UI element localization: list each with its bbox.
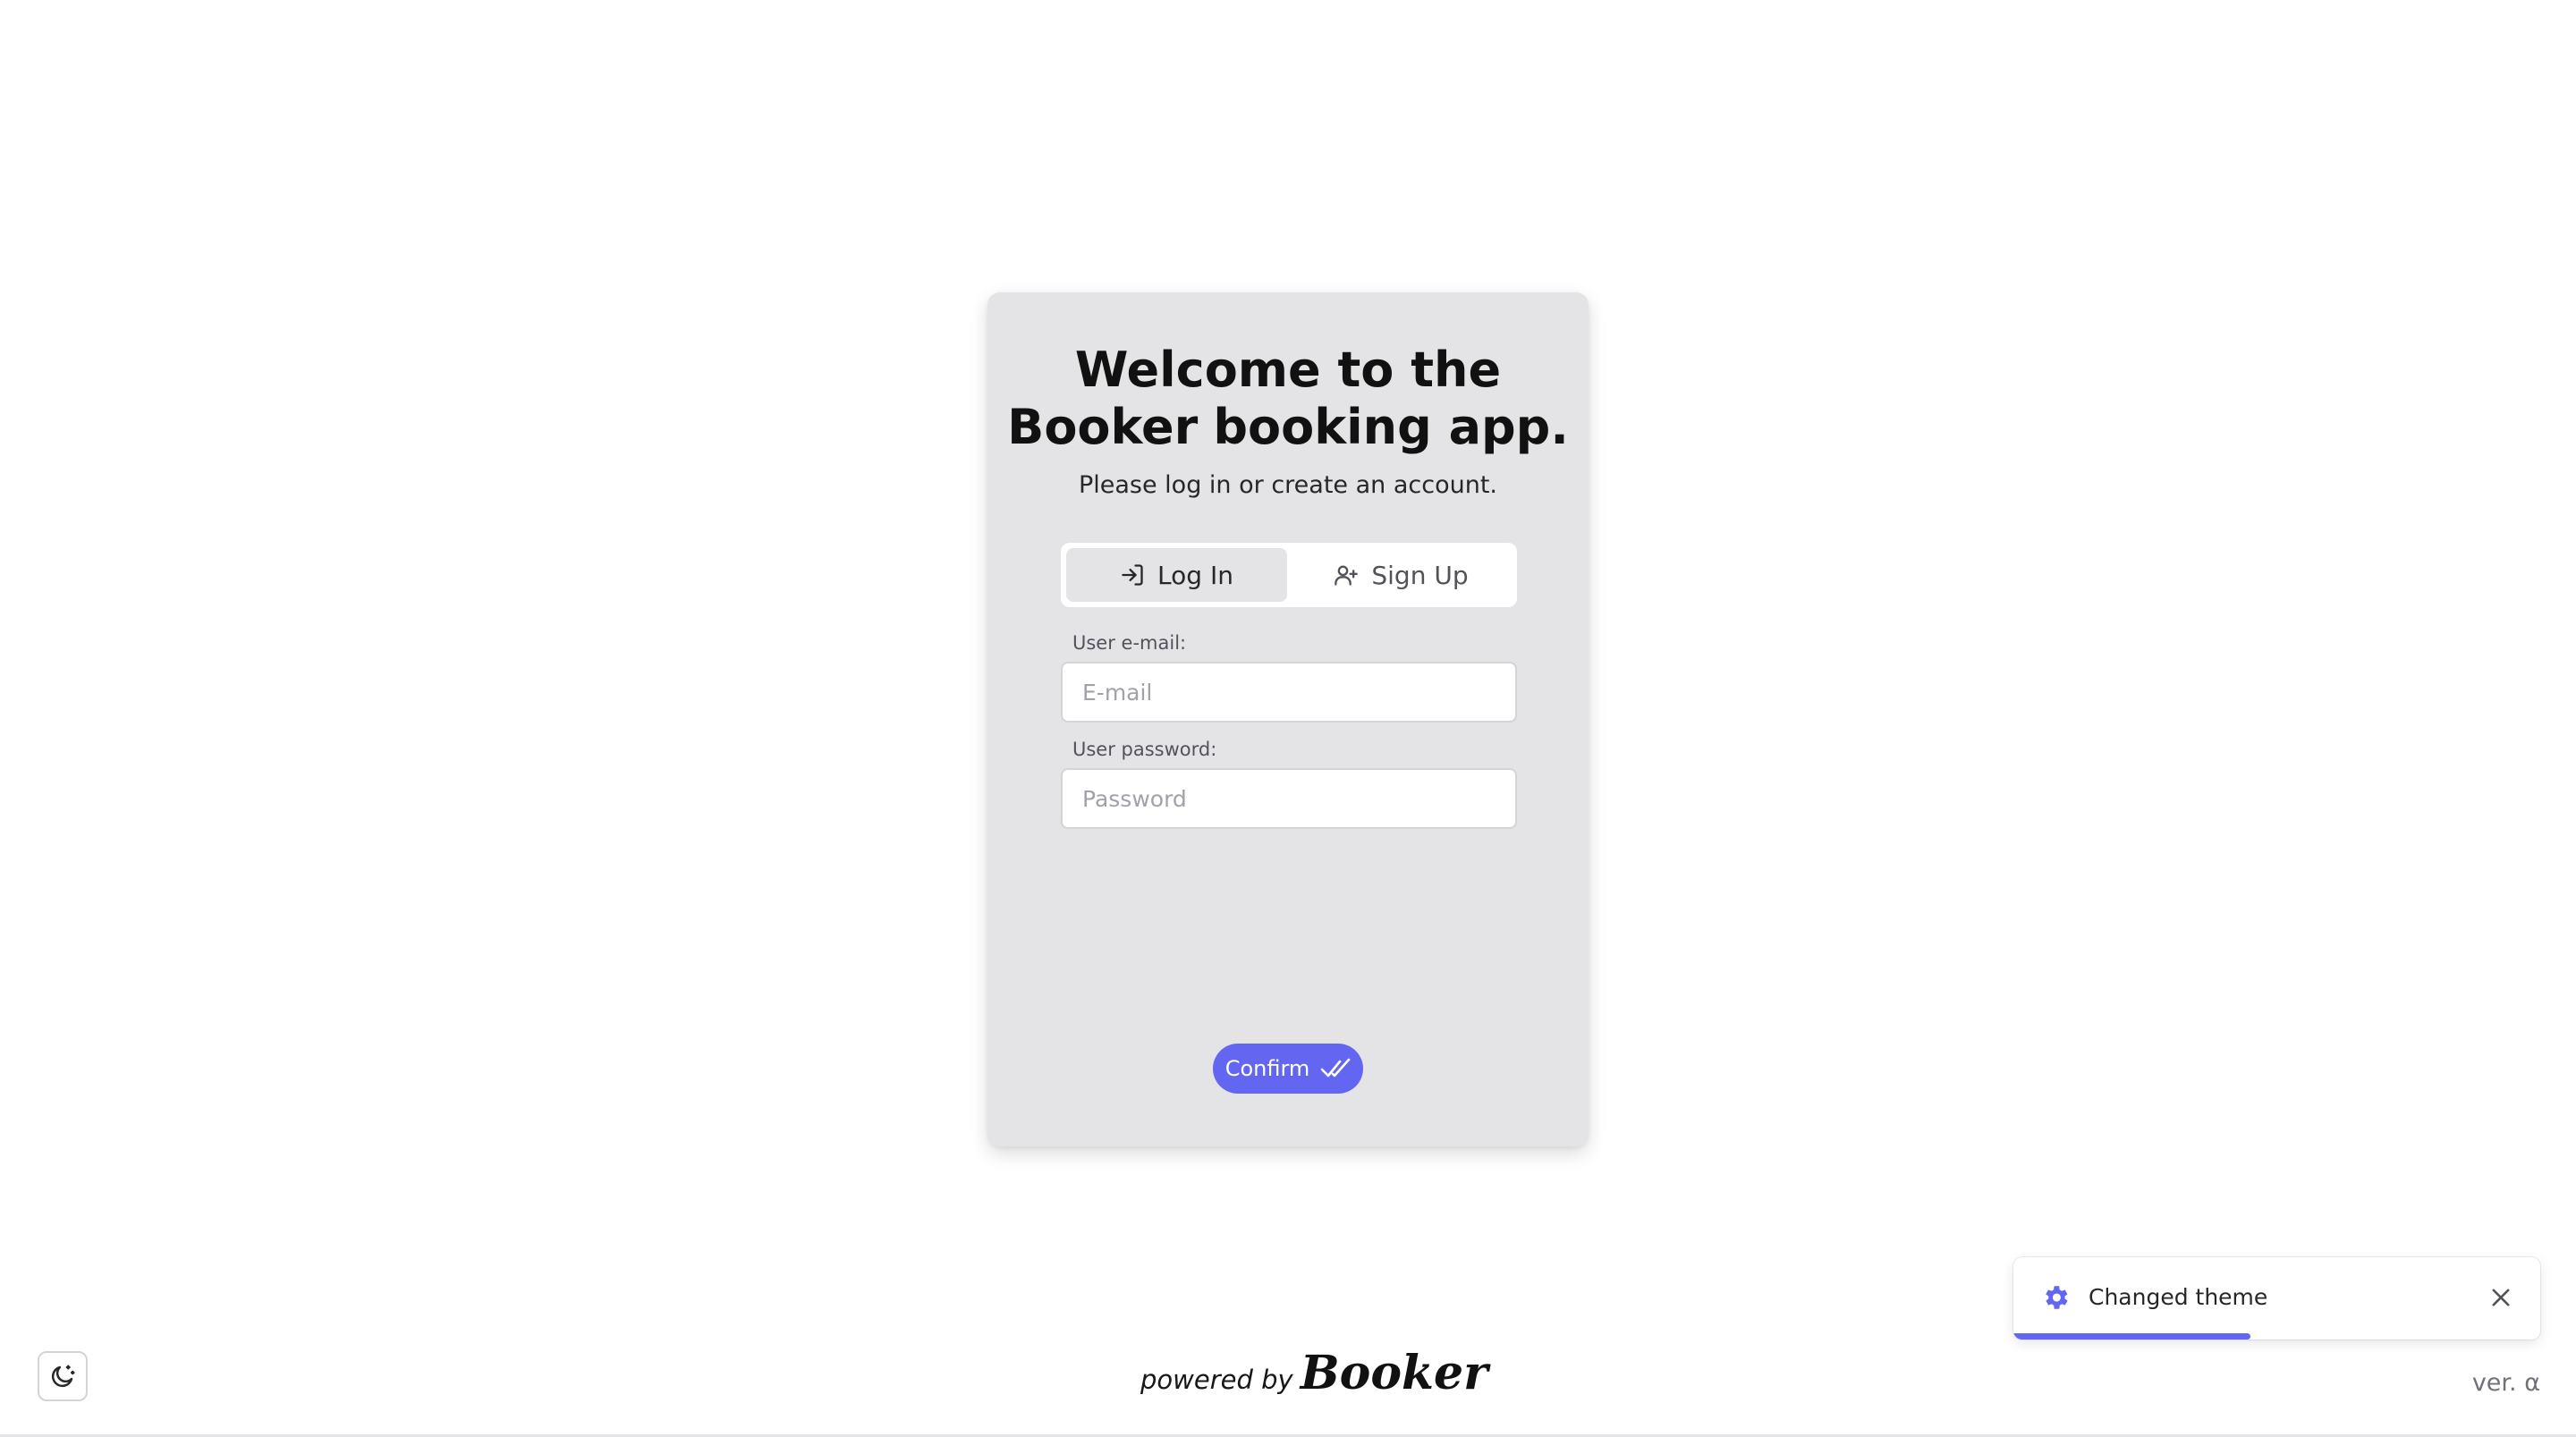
powered-by: powered by Booker — [1140, 1346, 1488, 1400]
toast-message: Changed theme — [2089, 1284, 2268, 1310]
double-check-icon — [1320, 1058, 1351, 1078]
title-brand: Booker — [1007, 399, 1199, 455]
login-icon — [1122, 564, 1143, 586]
toast-notification: Changed theme — [2013, 1257, 2540, 1340]
booker-logo: Booker — [1300, 1346, 1488, 1400]
tab-log-in[interactable]: Log In — [1066, 548, 1287, 602]
subtitle: Please log in or create an account. — [1078, 471, 1498, 499]
confirm-button[interactable]: Confirm — [1213, 1044, 1363, 1094]
moon-icon — [51, 1365, 75, 1388]
welcome-title: Welcome to the Booker booking app. — [987, 342, 1589, 456]
login-card: Welcome to the Booker booking app. Pleas… — [987, 292, 1589, 1146]
toast-progress-bar — [2013, 1333, 2251, 1340]
close-icon[interactable] — [2488, 1285, 2513, 1310]
title-line-2: Booker booking app. — [987, 399, 1589, 456]
confirm-label: Confirm — [1224, 1056, 1310, 1081]
password-field[interactable] — [1061, 768, 1517, 829]
title-rest: booking app. — [1213, 399, 1569, 455]
powered-by-prefix: powered by — [1140, 1365, 1293, 1395]
tab-sign-up[interactable]: Sign Up — [1291, 548, 1512, 602]
toast-progress-track — [2013, 1333, 2540, 1340]
email-field[interactable] — [1061, 662, 1517, 723]
user-plus-icon — [1335, 565, 1359, 586]
gear-icon — [2046, 1286, 2068, 1309]
version-label: ver. α — [2471, 1369, 2540, 1397]
password-label: User password: — [1072, 739, 1217, 760]
auth-tabs: Log In Sign Up — [1061, 543, 1517, 607]
email-label: User e-mail: — [1072, 632, 1187, 654]
title-line-1: Welcome to the — [1074, 342, 1502, 398]
theme-toggle-button[interactable] — [38, 1351, 88, 1401]
tab-sign-up-label: Sign Up — [1371, 560, 1469, 590]
tab-log-in-label: Log In — [1157, 560, 1233, 590]
